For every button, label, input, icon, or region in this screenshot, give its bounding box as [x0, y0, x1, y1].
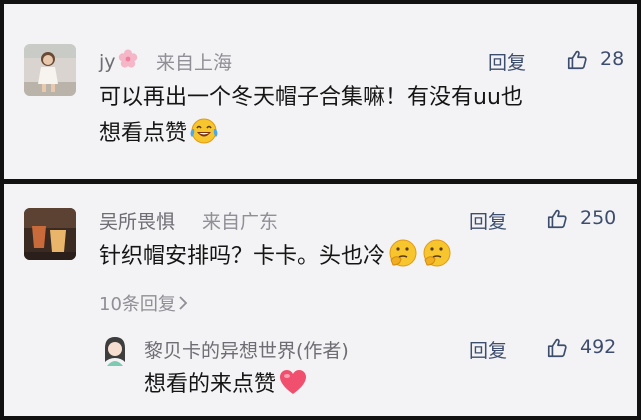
avatar[interactable]: [24, 208, 76, 260]
thinking-face-emoji: [421, 238, 453, 280]
view-more-replies-link[interactable]: 10条回复: [99, 290, 188, 316]
username[interactable]: jy: [99, 48, 139, 75]
comment-card: jy 来自上海 回复 28 可以再出一个冬天帽子合集嘛！有没有uu也 想看点赞: [4, 4, 637, 179]
avatar[interactable]: [24, 44, 76, 96]
location-label: 来自上海: [156, 52, 233, 74]
like-count: 492: [580, 336, 617, 358]
chevron-right-icon: [178, 295, 188, 316]
reply-text: 想看的来点赞: [144, 367, 308, 408]
comment-text: 可以再出一个冬天帽子合集嘛！有没有uu也 想看点赞: [99, 80, 523, 157]
reply-button[interactable]: 回复: [469, 207, 507, 234]
thinking-face-emoji: [387, 238, 419, 280]
avatar[interactable]: [97, 332, 133, 368]
username[interactable]: 黎贝卡的异想世界(作者): [144, 336, 349, 363]
like-count: 250: [580, 207, 617, 229]
comment-text-line: 想看点赞: [99, 116, 523, 157]
reply-button[interactable]: 回复: [488, 48, 526, 75]
reply-button[interactable]: 回复: [469, 336, 507, 363]
comment-card: 吴所畏惧 来自广东 回复 250 针织帽安排吗？卡卡。头也冷 10条回复 黎贝卡…: [4, 184, 637, 416]
laughing-tears-emoji: [189, 117, 219, 157]
thumbs-up-icon[interactable]: [546, 337, 568, 359]
comment-text-line: 可以再出一个冬天帽子合集嘛！有没有uu也: [99, 85, 523, 110]
like-count: 28: [600, 48, 625, 70]
cherry-blossom-icon: [117, 48, 139, 75]
thumbs-up-icon[interactable]: [546, 208, 568, 230]
thumbs-up-icon[interactable]: [566, 49, 588, 71]
heart-emoji: [278, 368, 308, 408]
username[interactable]: 吴所畏惧: [99, 207, 175, 234]
location-label: 来自广东: [202, 211, 279, 233]
comment-text: 针织帽安排吗？卡卡。头也冷: [99, 238, 453, 280]
